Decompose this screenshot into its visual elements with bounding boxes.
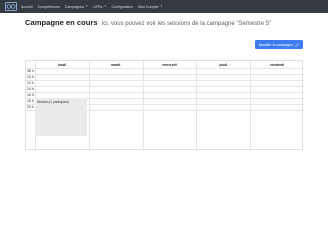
caret-down-icon: ▼ (103, 5, 107, 8)
day-header-jeudi: jeudi (219, 62, 228, 67)
row-divider (26, 92, 304, 93)
day-header-mardi: mardi (111, 62, 121, 67)
day-header-lundi: lundi (57, 62, 66, 67)
nav-item-comp-tences[interactable]: Compétences (38, 5, 60, 9)
nav-item-accueil[interactable]: Accueil (21, 5, 33, 9)
row-divider (26, 80, 304, 81)
nav-item-label: Configuration (111, 4, 133, 9)
edit-campaign-label: Modifier la campagne (258, 42, 294, 47)
page-title: Campagne en cours (25, 18, 98, 27)
day-header-vendredi: vendredi (270, 62, 285, 67)
pencil-icon (295, 42, 300, 47)
nav-item-mon-compte[interactable]: Mon Compte ▼ (138, 5, 163, 9)
nav-item-label: Campagnes (64, 4, 85, 9)
row-divider (26, 86, 304, 87)
nav-item-label: Compétences (37, 4, 60, 9)
caret-down-icon: ▼ (159, 5, 163, 8)
caret-down-icon: ▼ (85, 5, 89, 8)
header-divider (26, 68, 304, 69)
page-header: Campagne en cours Ici, vous pouvez voir … (25, 18, 271, 27)
nav-item-label: UFRs (93, 4, 103, 9)
nav-item-configuration[interactable]: Configuration (112, 5, 133, 9)
nav-item-ufrs[interactable]: UFRs ▼ (93, 5, 106, 9)
top-navbar: Accueil Compétences Campagnes ▼ UFRs ▼ Configu… (0, 0, 328, 13)
row-divider (26, 74, 304, 75)
edit-campaign-button[interactable]: Modifier la campagne (255, 40, 303, 49)
nav-item-label: Accueil (21, 4, 33, 9)
nav-item-campagnes[interactable]: Campagnes ▼ (65, 5, 88, 9)
logo-icon[interactable] (4, 2, 17, 12)
day-header-mercredi: mercredi (162, 62, 177, 67)
session-block[interactable]: Session (1 participant) (35, 98, 87, 136)
nav-item-label: Mon Compte (137, 4, 159, 9)
page-subtitle: Ici, vous pouvez voir les sessions de la… (101, 21, 272, 27)
session-label: Session (1 participant) (37, 100, 69, 104)
